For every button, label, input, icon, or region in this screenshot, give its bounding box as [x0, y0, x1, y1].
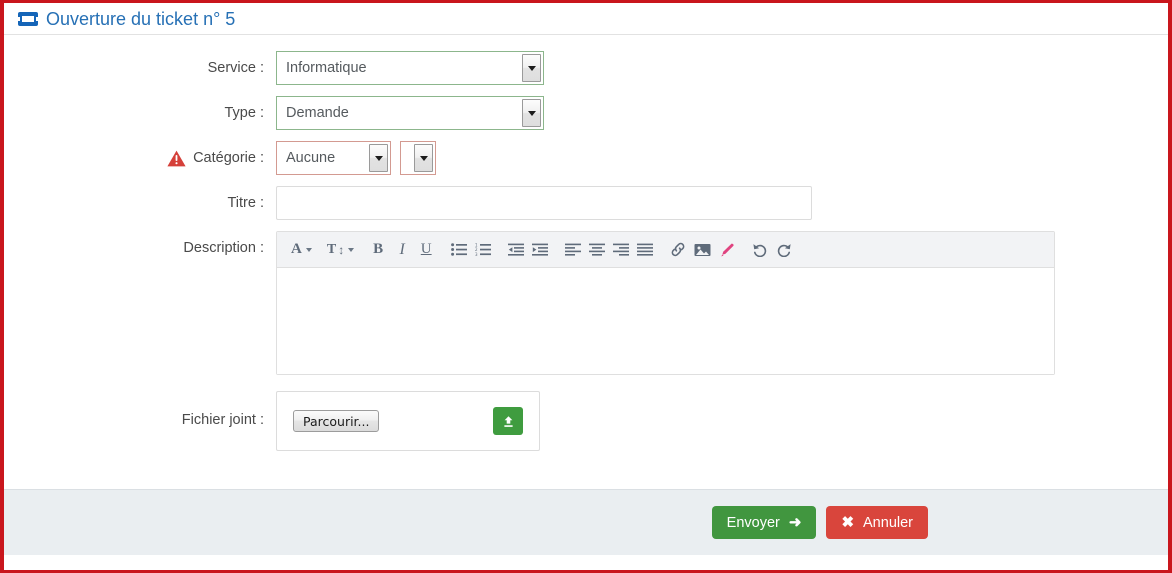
bold-icon[interactable]: B	[366, 236, 390, 264]
form-row-service: Service : Informatique	[4, 51, 1168, 85]
ordered-list-icon[interactable]: 1 2 3	[471, 236, 495, 264]
upload-button[interactable]	[493, 407, 523, 435]
service-label: Service :	[207, 60, 264, 76]
send-button-label: Envoyer	[726, 514, 780, 531]
cancel-button-label: Annuler	[863, 514, 913, 531]
ticket-dialog: Ouverture du ticket n° 5 Service : Infor…	[0, 0, 1172, 573]
service-select-value: Informatique	[286, 60, 367, 76]
dialog-body: Service : Informatique Type : Demande Ca…	[4, 35, 1168, 489]
titre-input[interactable]	[276, 186, 812, 220]
categorie-label: Catégorie :	[4, 141, 276, 175]
description-textarea[interactable]	[277, 268, 1054, 374]
unordered-list-icon[interactable]	[447, 236, 471, 264]
chevron-down-icon[interactable]	[369, 144, 388, 172]
link-icon[interactable]	[666, 236, 690, 264]
chevron-down-icon[interactable]	[522, 54, 541, 82]
send-button[interactable]: Envoyer ➜	[711, 506, 817, 539]
type-select-value: Demande	[286, 105, 349, 121]
close-x-icon: ✖	[841, 514, 855, 531]
categorie-select[interactable]: Aucune	[276, 141, 391, 175]
form-row-description: Description : A T ↕ B I U 1 2 3	[4, 231, 1168, 375]
type-label: Type :	[224, 105, 265, 121]
undo-icon[interactable]	[748, 236, 772, 264]
arrow-right-icon: ➜	[788, 514, 802, 531]
image-icon[interactable]	[690, 236, 715, 264]
fichier-joint-label: Fichier joint :	[181, 412, 264, 428]
font-size-icon[interactable]: T ↕	[324, 236, 357, 264]
align-right-icon[interactable]	[609, 236, 633, 264]
service-select[interactable]: Informatique	[276, 51, 544, 85]
outdent-icon[interactable]	[504, 236, 528, 264]
redo-icon[interactable]	[772, 236, 796, 264]
form-row-titre: Titre :	[4, 186, 1168, 220]
dialog-footer: Envoyer ➜ ✖ Annuler	[4, 489, 1168, 555]
italic-icon[interactable]: I	[390, 236, 414, 264]
underline-icon[interactable]: U	[414, 236, 438, 264]
description-label: Description :	[183, 240, 264, 256]
categorie-subselect[interactable]	[400, 141, 436, 175]
editor-toolbar: A T ↕ B I U 1 2 3	[277, 232, 1054, 268]
type-select[interactable]: Demande	[276, 96, 544, 130]
align-left-icon[interactable]	[561, 236, 585, 264]
form-row-type: Type : Demande	[4, 96, 1168, 130]
chevron-down-icon[interactable]	[414, 144, 433, 172]
titre-label: Titre :	[227, 195, 264, 211]
dialog-header: Ouverture du ticket n° 5	[4, 3, 1168, 35]
categorie-select-value: Aucune	[286, 150, 336, 166]
form-row-categorie: Catégorie : Aucune	[4, 141, 1168, 175]
description-editor: A T ↕ B I U 1 2 3	[276, 231, 1055, 375]
align-justify-icon[interactable]	[633, 236, 657, 264]
ticket-icon	[18, 11, 38, 26]
highlighter-icon[interactable]	[715, 236, 739, 264]
file-upload-box: Parcourir...	[276, 391, 540, 451]
indent-icon[interactable]	[528, 236, 552, 264]
categorie-label-text: Catégorie :	[193, 150, 264, 166]
cancel-button[interactable]: ✖ Annuler	[826, 506, 928, 539]
page-title: Ouverture du ticket n° 5	[46, 8, 236, 29]
font-family-icon[interactable]: A	[288, 236, 315, 264]
svg-text:3: 3	[475, 252, 478, 256]
form-row-fichier-joint: Fichier joint : Parcourir...	[4, 391, 1168, 451]
chevron-down-icon[interactable]	[522, 99, 541, 127]
warning-triangle-icon	[167, 150, 186, 167]
upload-icon	[503, 415, 513, 427]
browse-button[interactable]: Parcourir...	[293, 410, 380, 432]
align-center-icon[interactable]	[585, 236, 609, 264]
